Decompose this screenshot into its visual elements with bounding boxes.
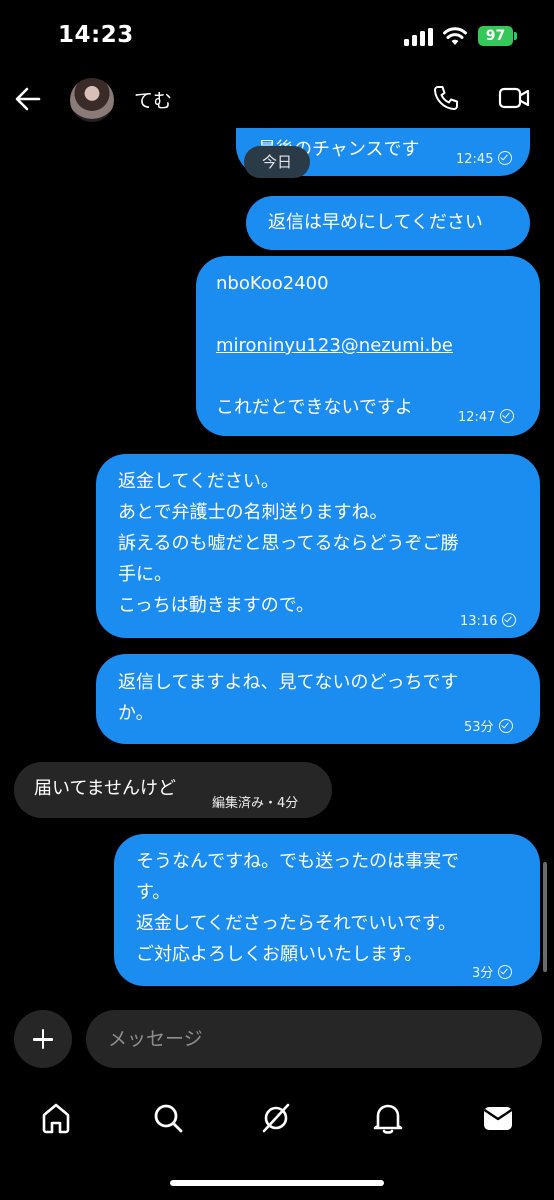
message-text: これだとできないですよ <box>216 397 413 418</box>
read-check-icon <box>502 613 517 627</box>
back-arrow-icon[interactable] <box>14 86 42 112</box>
phone-icon[interactable] <box>432 84 460 112</box>
message-time: 12:45 <box>456 144 513 175</box>
read-check-icon <box>500 409 515 423</box>
read-check-icon <box>498 151 513 165</box>
message-timestamp: 53分 <box>464 720 494 735</box>
message-time: 53分 <box>464 712 513 743</box>
message-text: す。 <box>136 882 171 903</box>
video-camera-icon[interactable] <box>498 86 530 110</box>
home-icon[interactable] <box>38 1100 74 1136</box>
message-bubble[interactable]: nboKoo2400 mironinyu123@nezumi.be これだとでき… <box>196 256 540 436</box>
message-bubble[interactable]: 返金してください。 あとで弁護士の名刺送りますね。 訴えるのも嘘だと思ってるなら… <box>96 454 540 638</box>
notifications-icon[interactable] <box>370 1100 406 1136</box>
message-thread[interactable]: 最後のチャンスです 12:45 今日 返信は早めにしてください nboKoo24… <box>0 128 554 998</box>
battery-level: 97 <box>485 28 506 44</box>
message-text: 手に。 <box>118 564 172 585</box>
read-check-icon <box>498 719 513 733</box>
message-time: 13:16 <box>460 606 517 637</box>
battery-tip <box>514 32 517 40</box>
bottom-nav <box>0 1090 554 1150</box>
message-text: 返信は早めにしてください <box>268 212 483 233</box>
message-bubble[interactable]: 返信してますよね、見てないのどっちです か。 53分 <box>96 654 540 744</box>
message-text: あとで弁護士の名刺送りますね。 <box>118 502 388 523</box>
message-text: 訴えるのも嘘だと思ってるならどうぞご勝 <box>118 533 459 554</box>
message-timestamp: 12:45 <box>456 152 494 167</box>
wifi-icon <box>443 27 467 45</box>
status-bar: 14:23 97 <box>0 0 554 72</box>
message-time: 12:47 <box>458 402 515 433</box>
date-divider: 今日 <box>244 146 310 178</box>
message-text: nboKoo2400 <box>216 273 329 294</box>
message-input[interactable] <box>86 1010 542 1068</box>
read-check-icon <box>498 965 513 979</box>
message-text: 返金してください。 <box>118 471 279 492</box>
message-time: 3分 <box>472 958 513 989</box>
message-text: 返信してますよね、見てないのどっちです <box>118 672 459 693</box>
avatar[interactable] <box>70 78 114 122</box>
home-indicator[interactable] <box>170 1180 384 1186</box>
message-text: こっちは動きますので。 <box>118 595 315 616</box>
status-time: 14:23 <box>58 22 134 48</box>
message-text: そうなんですね。でも送ったのは事実で <box>136 851 460 872</box>
message-bubble-incoming[interactable]: 届いてませんけど 編集済み・4分 <box>14 762 332 818</box>
message-text: か。 <box>118 703 154 724</box>
message-timestamp: 3分 <box>472 966 494 981</box>
chat-header: てむ <box>0 72 554 128</box>
message-bubble[interactable]: そうなんですね。でも送ったのは事実で す。 返金してくださったらそれでいいです。… <box>114 834 540 986</box>
message-text: 届いてませんけど <box>34 778 177 799</box>
message-email-link[interactable]: mironinyu123@nezumi.be <box>216 330 453 361</box>
message-edited-meta: 編集済み・4分 <box>212 796 299 811</box>
message-timestamp: 12:47 <box>458 410 496 425</box>
scrollbar[interactable] <box>543 862 547 972</box>
message-text: 返金してくださったらそれでいいです。 <box>136 913 457 934</box>
message-timestamp: 13:16 <box>460 614 498 629</box>
messages-icon[interactable] <box>480 1100 516 1136</box>
battery-icon: 97 <box>478 26 513 46</box>
message-bubble[interactable]: 返信は早めにしてください <box>246 196 530 250</box>
signal-icon <box>404 28 434 46</box>
search-icon[interactable] <box>150 1100 186 1136</box>
plus-icon[interactable] <box>14 1010 72 1068</box>
explore-icon[interactable] <box>258 1100 294 1136</box>
contact-name[interactable]: てむ <box>134 86 172 113</box>
message-text: ご対応よろしくお願いいたします。 <box>136 944 423 965</box>
